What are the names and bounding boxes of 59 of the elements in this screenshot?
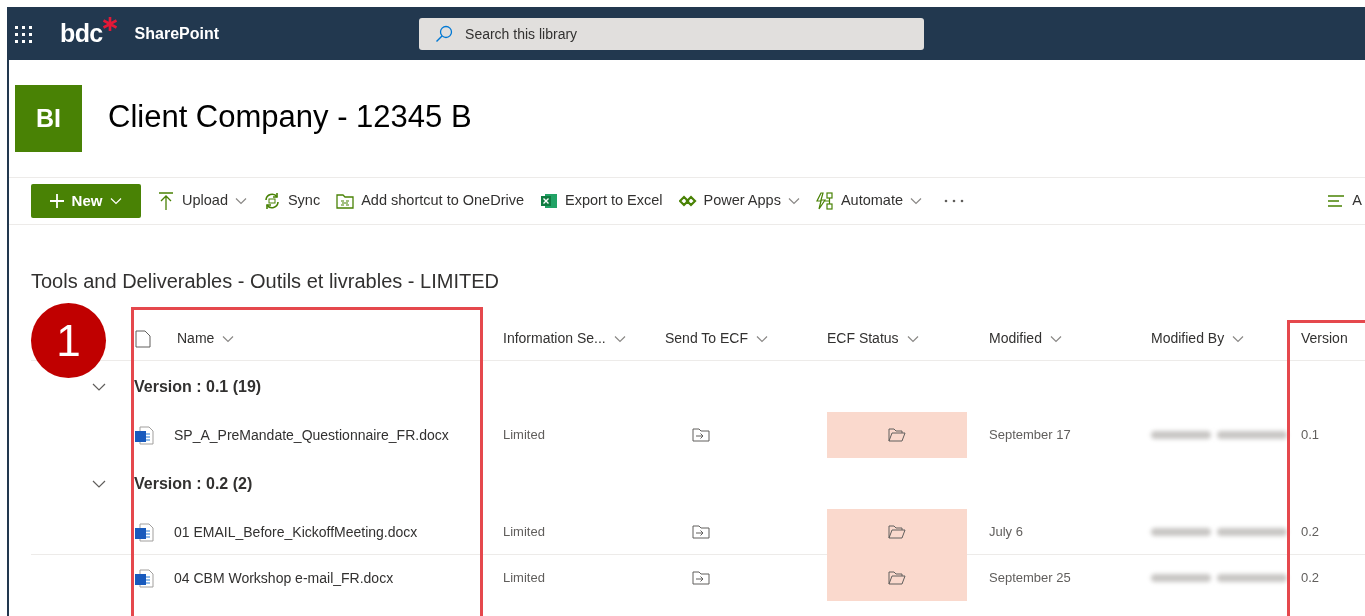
word-document-icon bbox=[134, 522, 154, 542]
powerapps-button[interactable]: Power Apps bbox=[678, 186, 800, 216]
open-folder-icon bbox=[888, 571, 906, 585]
column-header[interactable]: Send To ECF bbox=[655, 317, 817, 360]
automate-button[interactable]: Automate bbox=[815, 186, 922, 216]
group-header: Version : 0.2 (2) bbox=[133, 473, 254, 494]
file-name-link[interactable]: 04 CBM Workshop e-mail_FR.docx bbox=[174, 567, 394, 589]
search-field[interactable]: Search this library bbox=[419, 17, 925, 50]
file-icon bbox=[135, 329, 151, 348]
lines-icon bbox=[1327, 192, 1346, 210]
word-document-icon bbox=[134, 425, 154, 445]
file-name-link[interactable]: 01 EMAIL_Before_KickoffMeeting.docx bbox=[174, 521, 418, 543]
column-header[interactable]: Information Se... bbox=[493, 317, 655, 360]
group-header: Version : 0.1 (19) bbox=[133, 376, 263, 397]
shortcut-button[interactable]: Add shortcut to OneDrive bbox=[336, 186, 524, 216]
asterisk-icon bbox=[102, 17, 117, 31]
upload-icon bbox=[157, 192, 175, 210]
send-to-folder-icon bbox=[692, 570, 710, 586]
app-name: SharePoint bbox=[134, 23, 220, 44]
table-cell-text: July 6 bbox=[988, 523, 1024, 542]
brand-logo-text: bdc bbox=[60, 21, 103, 46]
plus-icon bbox=[49, 194, 64, 208]
site-logo: BI bbox=[15, 85, 82, 152]
column-header[interactable]: Name bbox=[131, 317, 493, 360]
number-marker: 1 bbox=[31, 303, 106, 378]
excel-button[interactable]: Export to Excel bbox=[540, 186, 663, 216]
send-to-folder-icon bbox=[692, 427, 710, 443]
more-icon bbox=[944, 199, 964, 203]
table-cell-text: Limited bbox=[502, 569, 546, 588]
view-button[interactable]: A bbox=[1327, 186, 1362, 216]
table-cell-text: Limited bbox=[502, 426, 546, 445]
column-header[interactable]: Modified bbox=[979, 317, 1141, 360]
word-document-icon bbox=[134, 568, 154, 588]
upload-button[interactable]: Upload bbox=[157, 186, 247, 216]
sync-button[interactable]: Sync bbox=[262, 186, 321, 216]
table-cell-text: September 17 bbox=[988, 426, 1072, 445]
table-cell-text: 0.1 bbox=[1300, 426, 1321, 445]
send-to-folder-icon bbox=[692, 524, 710, 540]
chevron-down-icon bbox=[92, 479, 106, 488]
site-title: Client Company - 12345 B bbox=[108, 98, 472, 137]
chevron-down-icon bbox=[110, 197, 123, 205]
column-header[interactable]: Version bbox=[1291, 317, 1365, 360]
flow-icon bbox=[815, 192, 834, 210]
new-button[interactable]: New bbox=[31, 184, 141, 218]
column-header[interactable]: Modified By bbox=[1141, 317, 1291, 360]
folder-link-icon bbox=[336, 192, 355, 210]
column-header[interactable]: ECF Status bbox=[817, 317, 979, 360]
excel-icon bbox=[540, 192, 558, 210]
library-title: Tools and Deliverables - Outils et livrables - LIMITED bbox=[31, 269, 500, 294]
table-cell-text: 0.2 bbox=[1300, 523, 1321, 542]
table-cell-text: September 25 bbox=[988, 569, 1072, 588]
open-folder-icon bbox=[888, 428, 906, 442]
open-folder-icon bbox=[888, 525, 906, 539]
table-cell-text: Limited bbox=[502, 523, 546, 542]
chevron-down-icon bbox=[92, 382, 106, 391]
file-name-link[interactable]: SP_A_PreMandate_Questionnaire_FR.docx bbox=[174, 424, 449, 446]
app-launcher-icon bbox=[14, 24, 32, 43]
sync-icon bbox=[262, 192, 281, 210]
table-cell-text: 0.2 bbox=[1300, 569, 1321, 588]
